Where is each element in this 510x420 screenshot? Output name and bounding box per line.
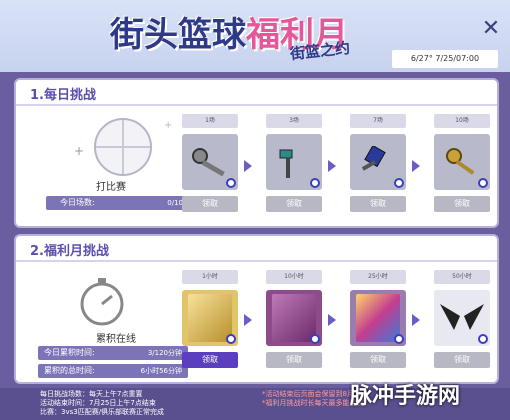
special-card-icon[interactable] (350, 290, 406, 346)
reward-item: 25小时 领取 (350, 270, 406, 368)
divider (16, 104, 497, 106)
section-title: 2.福利月挑战 (30, 244, 109, 259)
bar-label: 今日累积时间: (44, 348, 95, 357)
claim-button[interactable]: 领取 (434, 196, 490, 212)
reward-item: 50小时 领取 (434, 270, 490, 368)
key-icon[interactable] (434, 134, 490, 190)
close-icon[interactable]: ✕ (478, 16, 504, 42)
reward-item: 10小时 领取 (266, 270, 322, 368)
title-part-a: 街头篮球 (110, 14, 246, 55)
premium-card-icon[interactable] (266, 290, 322, 346)
reward-count: 25小时 (350, 270, 406, 284)
claim-button[interactable]: 领取 (182, 352, 238, 368)
claim-button[interactable]: 领取 (350, 352, 406, 368)
watermark: 脉冲手游网 (350, 384, 461, 409)
bar-label: 今日场数: (60, 198, 95, 207)
reward-item: 7场 领取 (350, 114, 406, 212)
zoom-icon[interactable] (310, 178, 320, 188)
claim-button[interactable]: 领取 (350, 196, 406, 212)
zoom-icon[interactable] (394, 334, 404, 344)
claim-button[interactable]: 领取 (266, 352, 322, 368)
progress-bar: 今日累积时间: 3/120分钟 (38, 346, 188, 360)
zoom-icon[interactable] (226, 178, 236, 188)
reward-count: 7场 (350, 114, 406, 128)
note-line: 活动结束时间：7月25日上午7点结束 (40, 399, 156, 407)
arrow-icon (244, 160, 252, 172)
arrow-icon (412, 160, 420, 172)
center-label: 累积在线 (96, 334, 136, 345)
reward-count: 50小时 (434, 270, 490, 284)
basketball-icon (94, 118, 152, 176)
divider (16, 260, 497, 262)
reward-count: 10场 (434, 114, 490, 128)
progress-bar: 累积的总时间: 6小时56分钟 (38, 364, 188, 378)
header-banner: 街头篮球 福利月 街篮之约 ✕ 6/27° 7/25/07:00 (0, 0, 510, 72)
reward-count: 3场 (266, 114, 322, 128)
date-range: 6/27° 7/25/07:00 (392, 50, 498, 68)
arrow-icon (412, 314, 420, 326)
key-icon[interactable] (350, 134, 406, 190)
reward-item: 1小时 领取 (182, 270, 238, 368)
event-panel: 街头篮球 福利月 街篮之约 ✕ 6/27° 7/25/07:00 1.每日挑战 … (0, 0, 510, 420)
note-line: 每日挑战场数：每天上午7点重置 (40, 390, 143, 398)
welfare-month-card: 2.福利月挑战 累积在线 今日累积时间: 3/120分钟 累积的总时间: 6小时… (14, 234, 499, 384)
reward-item: 10场 领取 (434, 114, 490, 212)
claim-button[interactable]: 领取 (434, 352, 490, 368)
arrow-icon (328, 160, 336, 172)
reward-count: 1小时 (182, 270, 238, 284)
reward-item: 3场 领取 (266, 114, 322, 212)
bar-label: 累积的总时间: (44, 366, 95, 375)
reward-item: 1场 领取 (182, 114, 238, 212)
claim-button[interactable]: 领取 (266, 196, 322, 212)
zoom-icon[interactable] (478, 178, 488, 188)
key-icon[interactable] (266, 134, 322, 190)
center-label: 打比赛 (96, 182, 126, 193)
claim-button[interactable]: 领取 (182, 196, 238, 212)
key-icon[interactable] (182, 134, 238, 190)
daily-challenge-card: 1.每日挑战 + + 打比赛 今日场数: 0/10场 1场 领取 3场 领取 7… (14, 78, 499, 228)
zoom-icon[interactable] (226, 334, 236, 344)
arrow-icon (328, 314, 336, 326)
gold-card-icon[interactable] (182, 290, 238, 346)
wings-icon[interactable] (434, 290, 490, 346)
progress-bar: 今日场数: 0/10场 (46, 196, 196, 210)
zoom-icon[interactable] (310, 334, 320, 344)
reward-count: 1场 (182, 114, 238, 128)
plus-icon: + (164, 120, 173, 131)
reward-count: 10小时 (266, 270, 322, 284)
stopwatch-icon (80, 278, 124, 326)
footer-left: 每日挑战场数：每天上午7点重置 活动结束时间：7月25日上午7点结束 比赛：3v… (40, 390, 164, 417)
section-title: 1.每日挑战 (30, 88, 96, 103)
arrow-icon (244, 314, 252, 326)
zoom-icon[interactable] (394, 178, 404, 188)
bar-value: 6小时56分钟 (140, 367, 182, 375)
note-line: 比赛：3vs3匹配赛/俱乐部联赛正常完成 (40, 408, 165, 416)
zoom-icon[interactable] (478, 334, 488, 344)
plus-icon: + (74, 144, 85, 158)
